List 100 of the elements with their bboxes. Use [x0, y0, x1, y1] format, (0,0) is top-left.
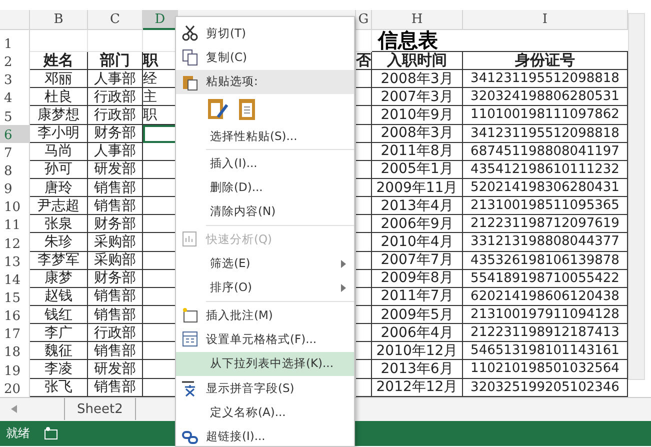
- row-header[interactable]: 6: [0, 124, 30, 143]
- table-cell: 2010年12月: [372, 342, 463, 360]
- menu-item[interactable]: 插入批注(M): [176, 302, 354, 328]
- table-cell: [356, 233, 372, 252]
- selected-cell[interactable]: [143, 124, 178, 143]
- table-cell: 2008年3月: [372, 124, 463, 143]
- table-cell: 213100197911094128: [463, 306, 628, 324]
- table-cell: [356, 197, 372, 216]
- table-cell: 李凌: [30, 360, 88, 379]
- column-header[interactable]: G: [356, 10, 372, 30]
- vertical-scrollbar[interactable]: [628, 13, 645, 380]
- table-cell: 马尚: [30, 142, 88, 161]
- table-cell: 110210198501032564: [463, 360, 628, 379]
- table-cell: 钱红: [30, 306, 88, 324]
- menu-item[interactable]: 排序(O): [176, 276, 354, 300]
- menu-item[interactable]: 筛选(E): [176, 251, 354, 276]
- menu-item[interactable]: 定义名称(A)...: [176, 400, 354, 424]
- table-cell: 李小明: [30, 124, 88, 143]
- paste-formatting-icon[interactable]: [206, 96, 228, 121]
- menu-item[interactable]: 清除内容(N): [176, 200, 354, 224]
- table-cell: 采购部: [88, 252, 143, 270]
- table-cell: [356, 360, 372, 379]
- menu-item[interactable]: 显示拼音字段(S): [176, 376, 354, 400]
- menu-item[interactable]: 剪切(T): [176, 21, 354, 46]
- table-cell: 康梦: [30, 270, 88, 288]
- table-cell: 行政部: [88, 88, 143, 106]
- menu-item[interactable]: 删除(D)...: [176, 175, 354, 200]
- macro-icon[interactable]: [44, 426, 58, 440]
- table-cell: 2010年9月: [372, 106, 463, 125]
- table-cell: 李广: [30, 324, 88, 342]
- scroll-left-icon[interactable]: [10, 404, 18, 414]
- table-cell: 2005年1月: [372, 160, 463, 179]
- column-header[interactable]: C: [88, 10, 143, 30]
- table-cell: 销售部: [88, 197, 143, 216]
- menu-item[interactable]: 超链接(I)...: [176, 424, 354, 446]
- row-header[interactable]: 7: [0, 142, 30, 161]
- table-cell: 财务部: [88, 215, 143, 234]
- table-cell: [356, 142, 372, 161]
- column-header[interactable]: H: [372, 10, 463, 30]
- table-cell: 康梦想: [30, 106, 88, 125]
- table-cell: [356, 288, 372, 306]
- menu-item[interactable]: 插入(I)...: [176, 151, 354, 176]
- sheet-tab[interactable]: Sheet2: [64, 398, 136, 420]
- table-cell: 435412198610111232: [463, 160, 628, 179]
- table-cell: 2009年11月: [372, 178, 463, 198]
- table-cell: 2007年7月: [372, 252, 463, 270]
- table-cell: 554189198710055422: [463, 270, 628, 288]
- menu-item[interactable]: 从下拉列表中选择(K)...: [176, 352, 354, 376]
- table-cell: 研发部: [88, 360, 143, 379]
- table-cell: 朱珍: [30, 233, 88, 252]
- table-cell: 546513198101143161: [463, 342, 628, 360]
- table-cell: 张泉: [30, 215, 88, 234]
- table-cell: [356, 160, 372, 179]
- comment-icon: [180, 306, 200, 324]
- table-cell: 部门: [88, 52, 143, 70]
- table-cell: 2013年4月: [372, 197, 463, 216]
- table-cell: 销售部: [88, 288, 143, 306]
- copy-icon: [180, 48, 200, 66]
- table-cell: 2009年8月: [372, 270, 463, 288]
- table-cell: 2011年8月: [372, 142, 463, 161]
- table-cell: 212231198712097619: [463, 215, 628, 234]
- table-cell: 620214198606120438: [463, 288, 628, 306]
- column-header[interactable]: D: [143, 10, 178, 30]
- table-cell: [30, 30, 88, 52]
- table-cell: 杜良: [30, 88, 88, 106]
- table-cell: 财务部: [88, 124, 143, 143]
- table-cell: 研发部: [88, 160, 143, 179]
- table-cell: [356, 124, 372, 143]
- table-cell: 入职时间: [372, 52, 463, 70]
- table-cell: [356, 88, 372, 106]
- table-cell: 否: [356, 52, 372, 70]
- column-header[interactable]: B: [30, 10, 88, 30]
- table-cell: 331213198808044377: [463, 233, 628, 252]
- table-cell: 尹志超: [30, 197, 88, 216]
- sheet-title: 信息表: [372, 30, 628, 52]
- table-cell: 110100198111097862: [463, 106, 628, 125]
- table-cell: [356, 106, 372, 125]
- table-cell: 行政部: [88, 106, 143, 125]
- table-cell: 人事部: [88, 142, 143, 161]
- table-cell: 213100198511095365: [463, 197, 628, 216]
- table-cell: 341231195512098818: [463, 70, 628, 88]
- menu-item[interactable]: 设置单元格格式(F)...: [176, 327, 354, 352]
- table-cell: 687451198808041197: [463, 142, 628, 161]
- status-text: 就绪: [6, 424, 30, 442]
- table-cell: 销售部: [88, 342, 143, 360]
- paste-icon[interactable]: [238, 96, 256, 121]
- table-cell: [356, 306, 372, 324]
- table-cell: 姓名: [30, 52, 88, 70]
- table-cell: 2013年6月: [372, 360, 463, 379]
- menu-item[interactable]: 复制(C): [176, 45, 354, 70]
- table-cell: 人事部: [88, 70, 143, 88]
- column-header[interactable]: I: [463, 10, 628, 30]
- table-cell: 魏征: [30, 342, 88, 360]
- menu-item[interactable]: 选择性粘贴(S)...: [176, 124, 354, 148]
- table-cell: 320324198806280531: [463, 88, 628, 106]
- table-cell: 唐玲: [30, 178, 88, 198]
- table-cell: [356, 324, 372, 342]
- table-cell: [356, 342, 372, 360]
- table-cell: 435326198106139878: [463, 252, 628, 270]
- menu-section-header: 粘贴选项:: [176, 70, 354, 94]
